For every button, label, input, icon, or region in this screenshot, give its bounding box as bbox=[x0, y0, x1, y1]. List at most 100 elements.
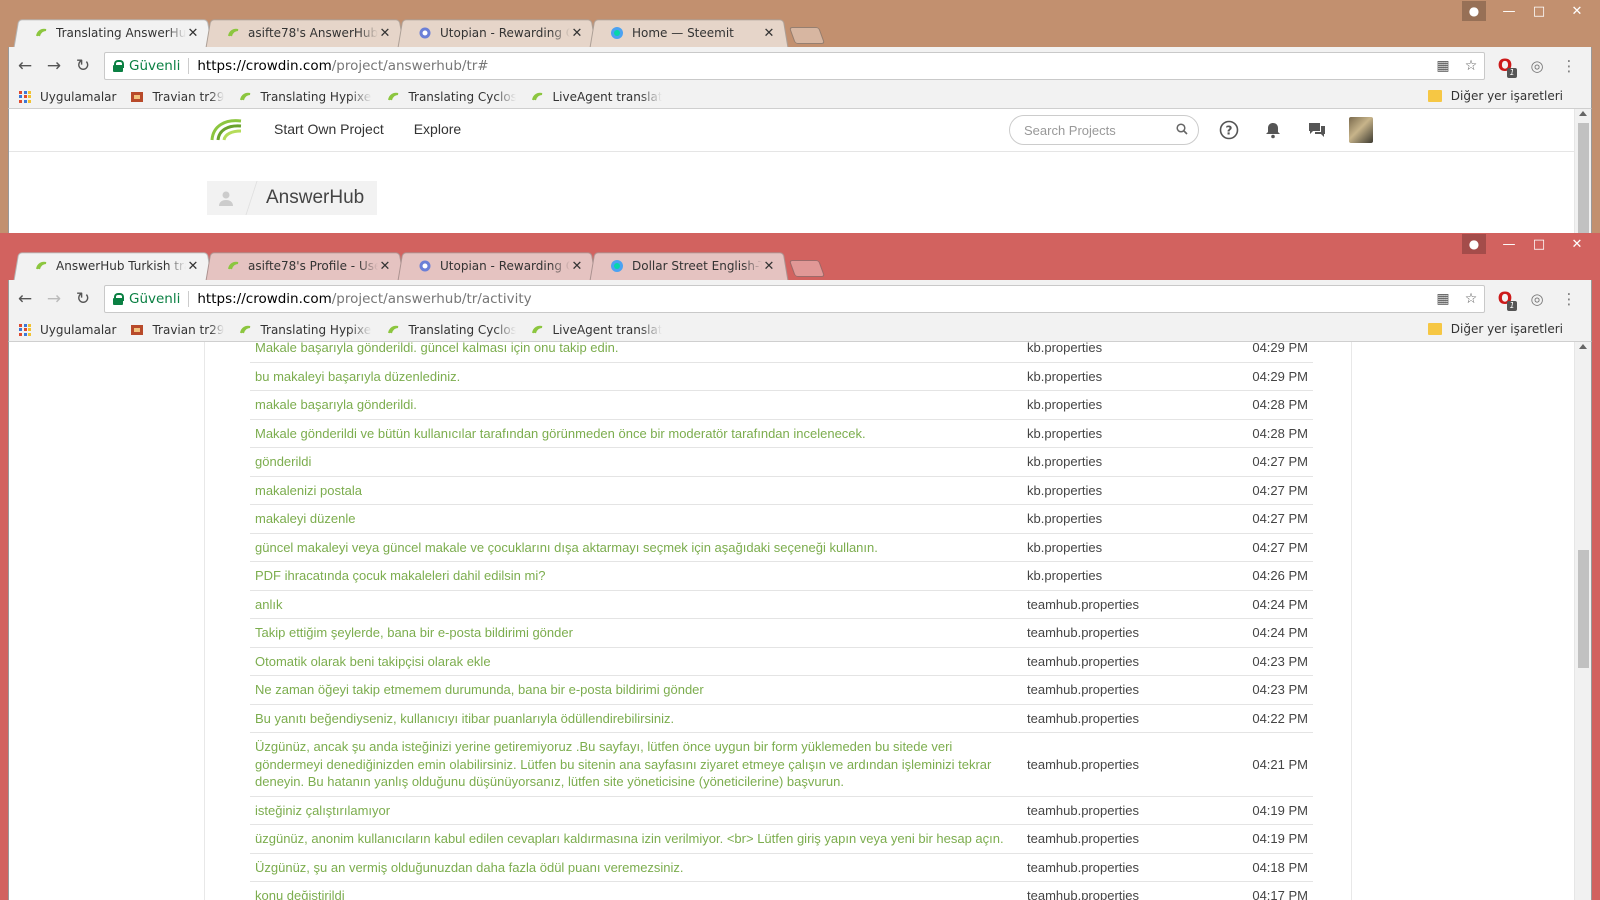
maximize-button[interactable]: □ bbox=[1524, 0, 1554, 22]
timestamp: 04:27 PM bbox=[1245, 447, 1313, 476]
scrollbar[interactable] bbox=[1574, 109, 1591, 233]
file-name: teamhub.properties bbox=[1015, 675, 1245, 704]
opera-extension-icon[interactable]: O1 bbox=[1493, 54, 1517, 78]
nav-start-own-project[interactable]: Start Own Project bbox=[274, 121, 384, 137]
translation-link[interactable]: güncel makaleyi veya güncel makale ve ço… bbox=[250, 532, 1015, 562]
close-tab-icon[interactable]: ✕ bbox=[570, 259, 584, 274]
opera-extension-icon[interactable]: O1 bbox=[1493, 287, 1517, 311]
forward-arrow-icon[interactable]: → bbox=[41, 52, 67, 80]
translation-link[interactable]: konu değiştirildi bbox=[250, 881, 1015, 900]
bookmark-other-folder[interactable]: Diğer yer işaretleri bbox=[1427, 322, 1563, 336]
scroll-up-icon[interactable] bbox=[1579, 111, 1587, 116]
scrollbar[interactable] bbox=[1574, 342, 1591, 900]
translation-link[interactable]: Takip ettiğim şeylerde, bana bir e-posta… bbox=[250, 618, 1015, 647]
project-breadcrumb[interactable]: AnswerHub bbox=[207, 181, 377, 215]
bookmark-apps[interactable]: Uygulamalar bbox=[19, 90, 116, 104]
translation-link[interactable]: Ne zaman öğeyi takip etmemem durumunda, … bbox=[250, 675, 1015, 704]
scroll-up-icon[interactable] bbox=[1579, 344, 1587, 349]
translation-link[interactable]: Bu yanıtı beğendiyseniz, kullanıcıyı iti… bbox=[250, 703, 1015, 733]
close-tab-icon[interactable]: ✕ bbox=[378, 26, 392, 41]
close-tab-icon[interactable]: ✕ bbox=[762, 259, 776, 274]
translation-link[interactable]: makale başarıyla gönderildi. bbox=[250, 390, 1015, 419]
reload-icon[interactable]: ↻ bbox=[70, 52, 96, 80]
close-window-button[interactable]: ✕ bbox=[1554, 0, 1600, 22]
close-tab-icon[interactable]: ✕ bbox=[378, 259, 392, 274]
extension-icon[interactable]: ◎ bbox=[1525, 287, 1549, 311]
bookmark-hypixel[interactable]: Translating Hypixel to Turkish bbox=[238, 323, 372, 337]
bell-icon[interactable] bbox=[1261, 118, 1285, 142]
bookmark-liveagent[interactable]: LiveAgent translation bbox=[530, 323, 662, 337]
close-tab-icon[interactable]: ✕ bbox=[762, 26, 776, 41]
star-icon[interactable]: ☆ bbox=[1462, 57, 1480, 75]
scroll-thumb[interactable] bbox=[1578, 550, 1589, 668]
tab-utopian[interactable]: Utopian - Rewarding Open Source ✕ bbox=[400, 19, 594, 47]
back-arrow-icon[interactable]: ← bbox=[12, 285, 38, 313]
tab-answerhub-turkish[interactable]: AnswerHub Turkish translation ✕ bbox=[16, 252, 210, 280]
menu-icon[interactable]: ⋮ bbox=[1557, 54, 1581, 78]
close-tab-icon[interactable]: ✕ bbox=[570, 26, 584, 41]
forward-arrow-icon[interactable]: → bbox=[41, 285, 67, 313]
close-tab-icon[interactable]: ✕ bbox=[186, 259, 200, 274]
tab-asifte78-profile[interactable]: asifte78's Profile - Users ✕ bbox=[208, 252, 402, 280]
folder-icon bbox=[1427, 323, 1442, 335]
timestamp: 04:19 PM bbox=[1245, 824, 1313, 853]
close-tab-icon[interactable]: ✕ bbox=[186, 26, 200, 41]
bookmark-apps[interactable]: Uygulamalar bbox=[19, 323, 116, 337]
menu-icon[interactable]: ⋮ bbox=[1557, 287, 1581, 311]
translation-link[interactable]: Üzgünüz, şu an vermiş olduğunuzdan daha … bbox=[250, 852, 1015, 882]
bookmark-cyclos[interactable]: Translating Cyclos to bbox=[386, 90, 516, 104]
extension-icon[interactable]: ◎ bbox=[1525, 54, 1549, 78]
bookmark-other-folder[interactable]: Diğer yer işaretleri bbox=[1427, 89, 1563, 103]
messages-icon[interactable] bbox=[1305, 118, 1329, 142]
crowdin-logo[interactable] bbox=[208, 116, 244, 144]
nav-explore[interactable]: Explore bbox=[414, 121, 461, 137]
bookmark-hypixel[interactable]: Translating Hypixel to Turkish bbox=[238, 90, 372, 104]
translation-link[interactable]: isteğiniz çalıştırılamıyor bbox=[250, 795, 1015, 825]
translation-link[interactable]: makalenizi postala bbox=[250, 475, 1015, 505]
profile-icon[interactable]: ● bbox=[1462, 1, 1486, 21]
translation-link[interactable]: Makale başarıyla gönderildi. güncel kalm… bbox=[250, 342, 1015, 362]
address-bar[interactable]: Güvenli https://crowdin.com/project/answ… bbox=[104, 52, 1485, 80]
maximize-button[interactable]: □ bbox=[1524, 233, 1554, 255]
translation-link[interactable]: Makale gönderildi ve bütün kullanıcılar … bbox=[250, 418, 1015, 448]
translation-link[interactable]: bu makaleyi başarıyla düzenlediniz. bbox=[250, 361, 1015, 391]
tab-dollar-street[interactable]: Dollar Street English-Turkish ✕ bbox=[592, 252, 786, 280]
tab-steemit[interactable]: Home — Steemit ✕ bbox=[592, 19, 786, 47]
help-icon[interactable]: ? bbox=[1217, 118, 1241, 142]
search-input[interactable]: Search Projects bbox=[1009, 115, 1199, 145]
scroll-thumb[interactable] bbox=[1578, 123, 1589, 233]
back-arrow-icon[interactable]: ← bbox=[12, 52, 38, 80]
star-icon[interactable]: ☆ bbox=[1462, 290, 1480, 308]
translation-link[interactable]: gönderildi bbox=[250, 447, 1015, 476]
bookmark-liveagent[interactable]: LiveAgent translation bbox=[530, 90, 662, 104]
bookmark-travian[interactable]: Travian tr29 bbox=[130, 90, 224, 104]
minimize-button[interactable]: — bbox=[1494, 233, 1524, 255]
activity-row: Otomatik olarak beni takipçisi olarak ek… bbox=[250, 646, 1313, 676]
minimize-button[interactable]: — bbox=[1494, 0, 1524, 22]
close-window-button[interactable]: ✕ bbox=[1554, 233, 1600, 255]
reload-icon[interactable]: ↻ bbox=[70, 285, 96, 313]
translation-link[interactable]: Üzgünüz, ancak şu anda isteğinizi yerine… bbox=[250, 732, 1015, 796]
tab-utopian[interactable]: Utopian - Rewarding Open Source ✕ bbox=[400, 252, 594, 280]
tab-answerhub-translations[interactable]: asifte78's AnswerHub Translations ✕ bbox=[208, 19, 402, 47]
bookmark-cyclos[interactable]: Translating Cyclos to bbox=[386, 323, 516, 337]
window-controls: ● — □ ✕ bbox=[1462, 233, 1600, 257]
tab-translating-answerhub[interactable]: Translating AnswerHub to Turkish ✕ bbox=[16, 19, 210, 47]
bookmark-travian[interactable]: Travian tr29 bbox=[130, 323, 224, 337]
translation-link[interactable]: makaleyi düzenle bbox=[250, 504, 1015, 533]
profile-icon[interactable]: ● bbox=[1462, 234, 1486, 254]
file-name: kb.properties bbox=[1015, 342, 1245, 362]
translation-link[interactable]: üzgünüz, anonim kullanıcıların kabul edi… bbox=[250, 824, 1015, 853]
new-tab-button[interactable] bbox=[792, 260, 822, 277]
translation-link[interactable]: Otomatik olarak beni takipçisi olarak ek… bbox=[250, 646, 1015, 676]
new-tab-button[interactable] bbox=[792, 27, 822, 44]
browser-window-back: ● — □ ✕ Translating AnswerHub to Turkish… bbox=[0, 0, 1600, 233]
translate-icon[interactable]: ▦ bbox=[1434, 57, 1452, 75]
address-bar[interactable]: Güvenli https://crowdin.com/project/answ… bbox=[104, 285, 1485, 313]
search-icon[interactable] bbox=[1176, 123, 1188, 135]
apps-grid-icon bbox=[19, 90, 31, 103]
avatar[interactable] bbox=[1349, 117, 1373, 143]
translation-link[interactable]: PDF ihracatında çocuk makaleleri dahil e… bbox=[250, 561, 1015, 590]
translate-icon[interactable]: ▦ bbox=[1434, 290, 1452, 308]
translation-link[interactable]: anlık bbox=[250, 589, 1015, 619]
